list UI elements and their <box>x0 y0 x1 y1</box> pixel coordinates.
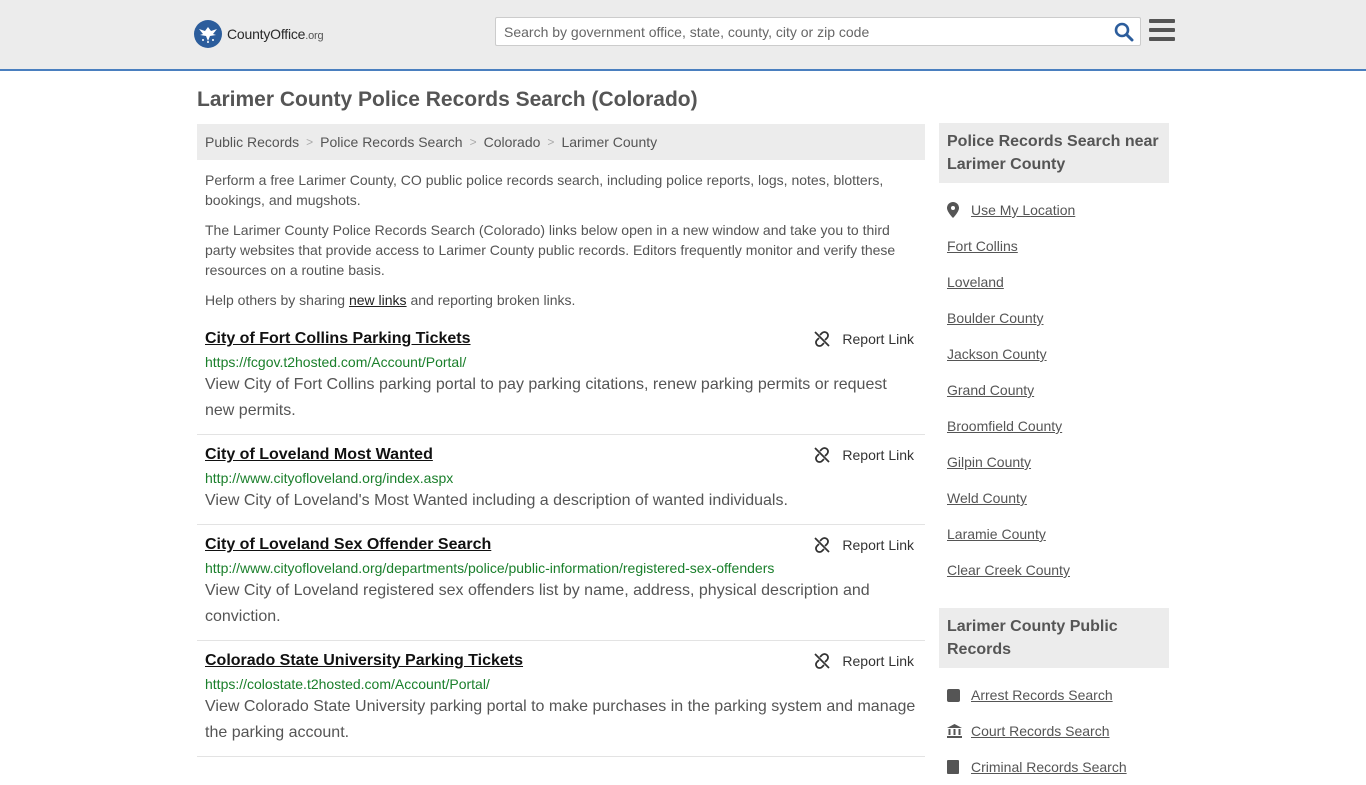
intro-paragraph-3: Help others by sharing new links and rep… <box>205 292 576 308</box>
report-link-button[interactable]: Report Link <box>814 651 914 671</box>
sidebar-public-records-title: Larimer County Public Records <box>939 608 1169 668</box>
document-icon <box>947 760 971 774</box>
sidebar-near-title: Police Records Search near Larimer Count… <box>939 123 1169 183</box>
sidebar-item-court-records[interactable]: Court Records Search <box>947 713 1161 749</box>
sidebar-public-records-list: Arrest Records Search Court Records Sear… <box>939 677 1169 785</box>
sidebar-item[interactable]: Gilpin County <box>947 444 1161 480</box>
result-description: View City of Fort Collins parking portal… <box>205 376 887 419</box>
result-title-link[interactable]: City of Loveland Sex Offender Search <box>205 535 491 555</box>
results-list: City of Fort Collins Parking Tickets Rep… <box>197 329 925 757</box>
sidebar-item-criminal-records[interactable]: Criminal Records Search <box>947 749 1161 785</box>
report-link-button[interactable]: Report Link <box>814 329 914 349</box>
report-link-button[interactable]: Report Link <box>814 535 914 555</box>
result-title-link[interactable]: City of Fort Collins Parking Tickets <box>205 329 471 349</box>
sidebar-item[interactable]: Broomfield County <box>947 408 1161 444</box>
sidebar-item[interactable]: Boulder County <box>947 300 1161 336</box>
intro-text: Perform a free Larimer County, CO public… <box>197 170 925 310</box>
sidebar-item[interactable]: Loveland <box>947 264 1161 300</box>
sidebar-item[interactable]: Grand County <box>947 372 1161 408</box>
search-input[interactable] <box>496 18 1096 45</box>
sidebar-item[interactable]: Fort Collins <box>947 228 1161 264</box>
report-link-button[interactable]: Report Link <box>814 445 914 465</box>
sidebar-item[interactable]: Laramie County <box>947 516 1161 552</box>
page-title: Larimer County Police Records Search (Co… <box>197 88 698 111</box>
logo-eagle-icon <box>194 20 222 48</box>
breadcrumb-police-records-search[interactable]: Police Records Search <box>320 134 462 150</box>
result-item: Colorado State University Parking Ticket… <box>197 651 925 757</box>
result-url: http://www.cityofloveland.org/index.aspx <box>205 470 454 486</box>
breadcrumb-separator: > <box>547 135 555 149</box>
breadcrumb-separator: > <box>469 135 477 149</box>
sidebar-public-records: Larimer County Public Records Arrest Rec… <box>939 608 1169 785</box>
result-description: View Colorado State University parking p… <box>205 698 916 741</box>
result-url: https://fcgov.t2hosted.com/Account/Porta… <box>205 354 467 370</box>
site-logo[interactable]: CountyOffice.org <box>194 20 324 48</box>
result-url: https://colostate.t2hosted.com/Account/P… <box>205 676 490 692</box>
use-my-location-link[interactable]: Use My Location <box>971 202 1075 218</box>
broken-link-icon <box>814 653 831 669</box>
sidebar-item-arrest-records[interactable]: Arrest Records Search <box>947 677 1161 713</box>
breadcrumb-larimer-county[interactable]: Larimer County <box>561 134 657 150</box>
result-title-link[interactable]: City of Loveland Most Wanted <box>205 445 433 465</box>
intro-paragraph-2: The Larimer County Police Records Search… <box>205 222 896 278</box>
new-links-link[interactable]: new links <box>349 292 407 308</box>
sidebar-item[interactable]: Weld County <box>947 480 1161 516</box>
main-content: Public Records > Police Records Search >… <box>197 124 925 767</box>
result-description: View City of Loveland registered sex off… <box>205 582 870 625</box>
search-bar <box>495 17 1141 46</box>
result-description: View City of Loveland's Most Wanted incl… <box>205 492 788 509</box>
sidebar-near-list: Use My Location Fort Collins Loveland Bo… <box>939 192 1169 588</box>
broken-link-icon <box>814 447 831 463</box>
result-item: City of Loveland Sex Offender Search Rep… <box>197 535 925 641</box>
breadcrumb-public-records[interactable]: Public Records <box>205 134 299 150</box>
breadcrumb: Public Records > Police Records Search >… <box>197 124 925 160</box>
result-item: City of Loveland Most Wanted Report Link… <box>197 445 925 525</box>
sidebar-item[interactable]: Jackson County <box>947 336 1161 372</box>
intro-paragraph-1: Perform a free Larimer County, CO public… <box>205 172 884 208</box>
logo-text: CountyOffice.org <box>227 26 324 42</box>
broken-link-icon <box>814 331 831 347</box>
search-icon[interactable] <box>1112 21 1136 43</box>
square-icon <box>947 688 971 702</box>
result-title-link[interactable]: Colorado State University Parking Ticket… <box>205 651 523 671</box>
courthouse-icon <box>947 724 971 738</box>
sidebar-item[interactable]: Clear Creek County <box>947 552 1161 588</box>
hamburger-menu-icon[interactable] <box>1149 19 1175 41</box>
sidebar-near: Police Records Search near Larimer Count… <box>939 123 1169 588</box>
sidebar-item-use-location[interactable]: Use My Location <box>947 192 1161 228</box>
map-pin-icon <box>947 202 971 218</box>
site-header: CountyOffice.org <box>0 0 1366 71</box>
broken-link-icon <box>814 537 831 553</box>
result-item: City of Fort Collins Parking Tickets Rep… <box>197 329 925 435</box>
breadcrumb-separator: > <box>306 135 314 149</box>
result-url: http://www.cityofloveland.org/department… <box>205 560 775 576</box>
breadcrumb-colorado[interactable]: Colorado <box>484 134 541 150</box>
